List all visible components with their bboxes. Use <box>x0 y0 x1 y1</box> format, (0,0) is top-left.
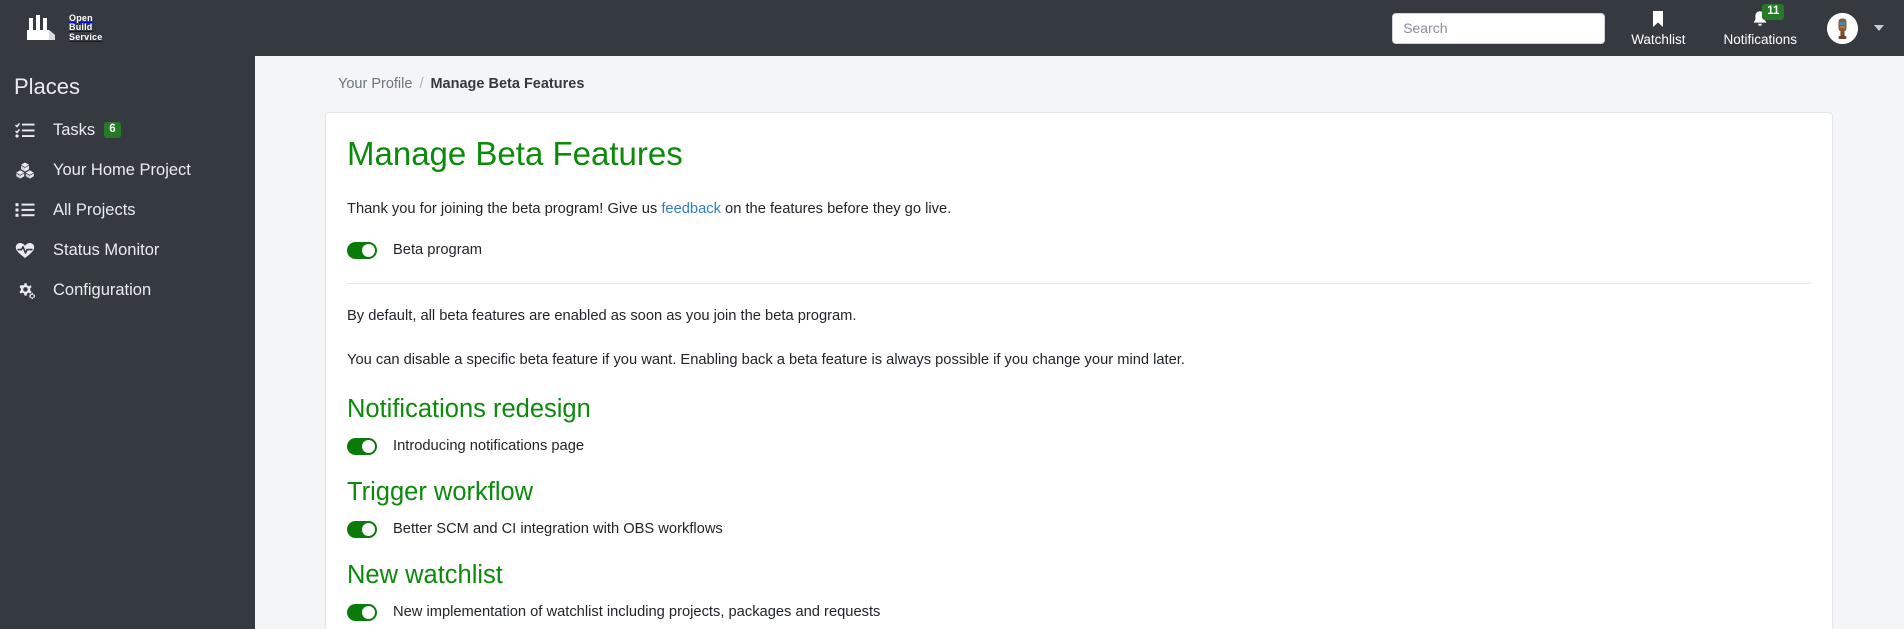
toggle-knob <box>362 244 375 257</box>
beta-program-toggle[interactable] <box>347 242 377 259</box>
feature-toggle-label: Introducing notifications page <box>393 437 584 455</box>
feature-toggle-label: Better SCM and CI integration with OBS w… <box>393 520 723 538</box>
top-navigation-bar: Open Build Service Watchlist 11 Notifi <box>0 0 1904 56</box>
notifications-label: Notifications <box>1723 32 1797 47</box>
sidebar-item-label: Tasks <box>53 121 95 140</box>
feature-new-watchlist: New watchlist New implementation of watc… <box>347 560 1811 621</box>
sidebar-item-label: Configuration <box>53 281 151 300</box>
feature-toggle-label: New implementation of watchlist includin… <box>393 603 880 621</box>
tasks-checklist-icon <box>15 122 41 138</box>
brand-line-2: Build <box>69 22 93 32</box>
search-input[interactable] <box>1392 13 1605 44</box>
watchlist-label: Watchlist <box>1631 32 1685 47</box>
trigger-workflow-toggle[interactable] <box>347 521 377 538</box>
heartbeat-icon <box>15 242 41 259</box>
topbar-actions: Watchlist 11 Notifications <box>1392 0 1904 56</box>
sidebar-title: Places <box>0 66 255 110</box>
user-menu[interactable] <box>1827 13 1884 44</box>
tasks-count-badge: 6 <box>104 122 120 138</box>
brand-wordmark: Open Build Service <box>69 14 102 43</box>
feature-toggle-row: New implementation of watchlist includin… <box>347 603 1811 621</box>
feature-title: New watchlist <box>347 560 1811 590</box>
sidebar-item-label: Your Home Project <box>53 161 191 180</box>
sidebar-item-status-monitor[interactable]: Status Monitor <box>0 230 255 270</box>
sidebar-item-all-projects[interactable]: All Projects <box>0 190 255 230</box>
main-content-area: Your Profile / Manage Beta Features Mana… <box>255 56 1904 629</box>
feedback-link[interactable]: feedback <box>661 201 721 217</box>
notifications-redesign-toggle[interactable] <box>347 438 377 455</box>
new-watchlist-toggle[interactable] <box>347 604 377 621</box>
chevron-down-icon[interactable] <box>1874 25 1884 31</box>
breadcrumb: Your Profile / Manage Beta Features <box>255 56 1904 92</box>
brand-line-1: Open <box>69 13 93 23</box>
notifications-count-badge: 11 <box>1762 4 1784 20</box>
list-icon <box>15 202 41 218</box>
breadcrumb-current: Manage Beta Features <box>430 76 584 92</box>
paragraph-disable-feature: You can disable a specific beta feature … <box>347 350 1811 370</box>
paragraph-default-features: By default, all beta features are enable… <box>347 306 1811 326</box>
page-title: Manage Beta Features <box>347 135 1811 173</box>
cubes-icon <box>15 162 41 179</box>
beta-program-toggle-label: Beta program <box>393 241 482 259</box>
feature-toggle-row: Introducing notifications page <box>347 437 1811 455</box>
brand-line-3: Service <box>69 32 102 42</box>
breadcrumb-separator: / <box>419 76 423 92</box>
intro-text-after: on the features before they go live. <box>721 201 951 217</box>
sidebar-item-your-home-project[interactable]: Your Home Project <box>0 150 255 190</box>
feature-notifications-redesign: Notifications redesign Introducing notif… <box>347 394 1811 455</box>
sidebar-item-configuration[interactable]: Configuration <box>0 270 255 310</box>
gears-icon <box>15 282 41 299</box>
notifications-button[interactable]: 11 Notifications <box>1711 0 1809 56</box>
feature-title: Notifications redesign <box>347 394 1811 424</box>
brand-logo-link[interactable]: Open Build Service <box>25 0 102 56</box>
toggle-knob <box>362 523 375 536</box>
beta-features-card: Manage Beta Features Thank you for joini… <box>325 112 1833 629</box>
watchlist-button[interactable]: Watchlist <box>1619 0 1697 56</box>
bookmark-icon <box>1651 10 1665 28</box>
breadcrumb-item-your-profile[interactable]: Your Profile <box>338 76 412 92</box>
section-divider <box>347 283 1811 284</box>
toggle-knob <box>362 606 375 619</box>
feature-toggle-row: Better SCM and CI integration with OBS w… <box>347 520 1811 538</box>
intro-text-before: Thank you for joining the beta program! … <box>347 201 661 217</box>
feature-trigger-workflow: Trigger workflow Better SCM and CI integ… <box>347 477 1811 538</box>
sidebar-item-label: Status Monitor <box>53 241 159 260</box>
sidebar-item-label: All Projects <box>53 201 136 220</box>
user-avatar[interactable] <box>1827 13 1858 44</box>
open-build-service-factory-logo-icon <box>25 13 61 43</box>
toggle-knob <box>362 440 375 453</box>
sidebar: Places Tasks 6 <box>0 56 255 629</box>
feature-title: Trigger workflow <box>347 477 1811 507</box>
intro-text: Thank you for joining the beta program! … <box>347 199 1811 219</box>
sidebar-item-tasks[interactable]: Tasks 6 <box>0 110 255 150</box>
beta-program-toggle-row: Beta program <box>347 241 1811 259</box>
